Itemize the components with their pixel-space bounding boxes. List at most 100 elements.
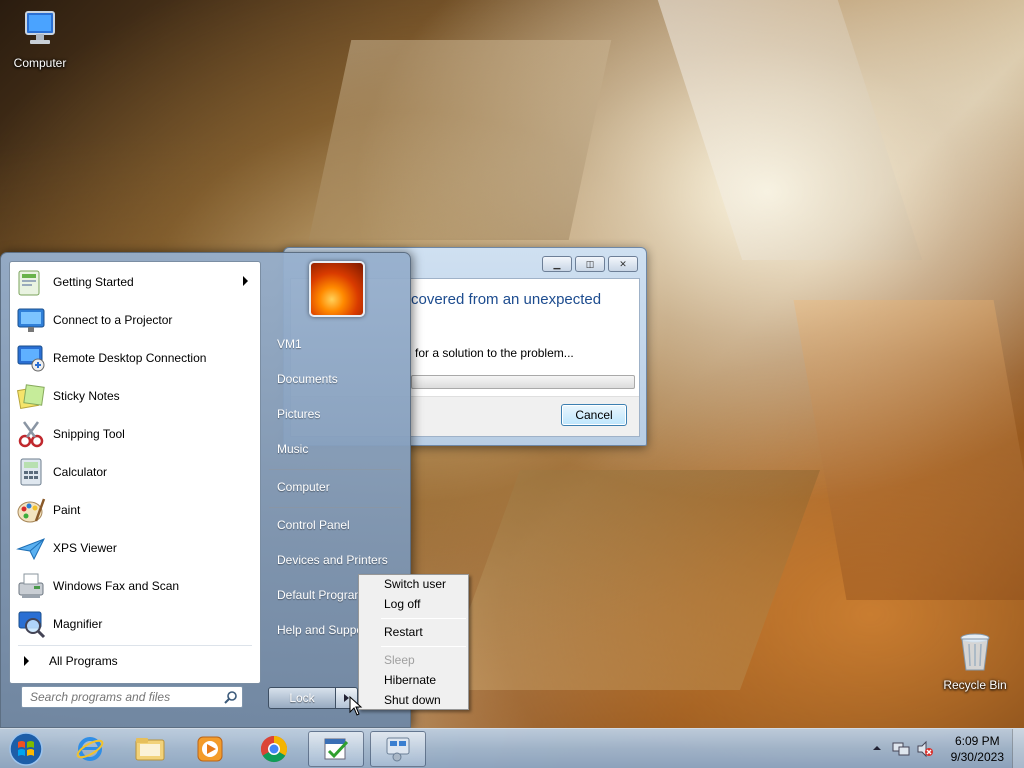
start-button[interactable]	[6, 730, 46, 768]
search-icon[interactable]	[224, 690, 238, 704]
all-programs-arrow-icon	[24, 656, 29, 666]
clock-time: 6:09 PM	[954, 734, 1000, 748]
program-label: Remote Desktop Connection	[53, 351, 207, 365]
program-calculator[interactable]: Calculator	[14, 454, 258, 490]
power-options-menu: Switch user Log off Restart Sleep Hibern…	[358, 574, 469, 710]
cancel-button[interactable]: Cancel	[561, 404, 627, 426]
program-xps-viewer[interactable]: XPS Viewer	[14, 530, 258, 566]
program-label: Calculator	[53, 465, 108, 479]
desktop-icon-label: Recycle Bin	[943, 678, 1007, 692]
snipping-tool-icon	[14, 417, 48, 451]
program-fax-scan[interactable]: Windows Fax and Scan	[14, 568, 258, 604]
menu-item-log-off[interactable]: Log off	[384, 597, 420, 611]
all-programs-button[interactable]: All Programs	[18, 650, 254, 672]
menu-item-sleep: Sleep	[384, 653, 415, 667]
windows-logo-icon	[9, 732, 43, 766]
close-button[interactable]: ✕	[608, 256, 638, 272]
right-pane-separator	[269, 469, 401, 470]
dialog-progress-bar	[411, 375, 635, 389]
program-label: Getting Started	[53, 275, 134, 289]
program-label: Paint	[53, 503, 81, 517]
menu-separator	[381, 646, 466, 647]
paint-icon	[14, 493, 48, 527]
user-avatar[interactable]	[309, 261, 365, 317]
desktop-icon-recycle-bin[interactable]: Recycle Bin	[935, 630, 1015, 692]
system-tool-icon	[386, 737, 410, 762]
start-menu-programs-pane: Getting Started Connect to a Projector R…	[9, 261, 261, 684]
program-getting-started[interactable]: Getting Started	[14, 264, 258, 300]
dialog-message: for a solution to the problem...	[415, 346, 574, 360]
projector-icon	[14, 303, 48, 337]
show-hidden-icons-icon[interactable]	[872, 742, 882, 756]
start-link-pictures[interactable]: Pictures	[277, 407, 320, 421]
menu-item-shut-down[interactable]: Shut down	[384, 693, 441, 707]
taskbar: 6:09 PM 9/30/2023	[0, 728, 1024, 768]
clock-date: 9/30/2023	[950, 750, 1004, 764]
dialog-title-buttons: ▁ ◫ ✕	[542, 256, 638, 272]
start-link-music[interactable]: Music	[277, 442, 308, 456]
taskbar-media-player[interactable]	[182, 731, 238, 767]
program-connect-projector[interactable]: Connect to a Projector	[14, 302, 258, 338]
start-link-devices-printers[interactable]: Devices and Printers	[277, 553, 388, 567]
taskbar-task-scheduler[interactable]	[308, 731, 364, 767]
program-label: Sticky Notes	[53, 389, 120, 403]
taskbar-system-tool[interactable]	[370, 731, 426, 767]
wallpaper-panel	[793, 300, 1024, 600]
program-magnifier[interactable]: Magnifier	[14, 606, 258, 642]
start-link-documents[interactable]: Documents	[277, 372, 338, 386]
desktop-icon-computer[interactable]: Computer	[0, 8, 80, 70]
start-menu: Getting Started Connect to a Projector R…	[0, 252, 411, 728]
right-pane-separator	[269, 507, 401, 508]
program-sticky-notes[interactable]: Sticky Notes	[14, 378, 258, 414]
desktop-icon-label: Computer	[13, 56, 67, 70]
xps-viewer-icon	[14, 531, 48, 565]
computer-icon	[18, 8, 62, 52]
recycle-bin-icon	[953, 630, 997, 674]
sticky-notes-icon	[14, 379, 48, 413]
taskbar-clock[interactable]: 6:09 PM 9/30/2023	[951, 733, 1004, 765]
start-link-control-panel[interactable]: Control Panel	[277, 518, 350, 532]
submenu-arrow-icon	[243, 276, 248, 286]
task-scheduler-icon	[324, 738, 349, 760]
taskbar-internet-explorer[interactable]	[62, 731, 118, 767]
show-desktop-button[interactable]	[1012, 729, 1024, 768]
program-label: Connect to a Projector	[53, 313, 173, 327]
program-remote-desktop[interactable]: Remote Desktop Connection	[14, 340, 258, 376]
programs-separator	[18, 645, 252, 646]
menu-item-switch-user[interactable]: Switch user	[384, 577, 446, 591]
media-player-icon	[197, 736, 223, 762]
start-search-box	[21, 686, 243, 708]
minimize-button[interactable]: ▁	[542, 256, 572, 272]
search-input[interactable]	[22, 687, 218, 707]
wallpaper-panel	[439, 470, 821, 690]
maximize-button[interactable]: ◫	[575, 256, 605, 272]
fax-scan-icon	[14, 569, 48, 603]
lock-button[interactable]: Lock	[268, 687, 336, 709]
remote-desktop-icon	[14, 341, 48, 375]
internet-explorer-icon	[76, 737, 104, 761]
volume-muted-icon[interactable]	[916, 740, 934, 761]
wallpaper-panel	[308, 40, 612, 240]
restore-icon: ◫	[585, 258, 595, 269]
program-label: Magnifier	[53, 617, 103, 631]
program-paint[interactable]: Paint	[14, 492, 258, 528]
minimize-icon: ▁	[553, 258, 561, 269]
start-link-user[interactable]: VM1	[277, 337, 302, 351]
mouse-cursor-icon	[349, 696, 363, 716]
program-snipping-tool[interactable]: Snipping Tool	[14, 416, 258, 452]
menu-item-restart[interactable]: Restart	[384, 625, 423, 639]
menu-item-hibernate[interactable]: Hibernate	[384, 673, 436, 687]
taskbar-chrome[interactable]	[246, 731, 302, 767]
start-link-default-programs[interactable]: Default Programs	[277, 588, 370, 602]
start-link-help-support[interactable]: Help and Support	[277, 623, 370, 637]
dialog-heading: covered from an unexpected	[411, 291, 602, 308]
all-programs-label: All Programs	[49, 654, 118, 668]
windows-explorer-icon	[135, 738, 165, 761]
start-link-computer[interactable]: Computer	[277, 480, 330, 494]
magnifier-icon	[14, 607, 48, 641]
chrome-icon	[260, 735, 288, 763]
taskbar-windows-explorer[interactable]	[122, 731, 178, 767]
program-label: XPS Viewer	[53, 541, 117, 555]
calculator-icon	[14, 455, 48, 489]
network-icon[interactable]	[892, 740, 910, 761]
